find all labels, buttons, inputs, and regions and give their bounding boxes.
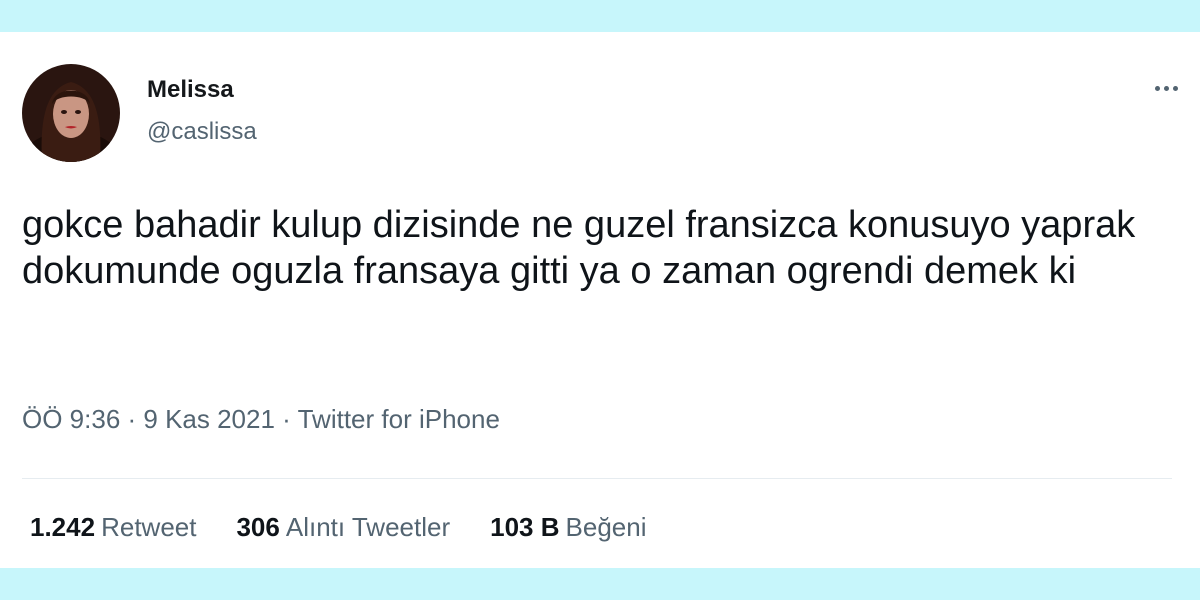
tweet-date[interactable]: 9 Kas 2021: [143, 404, 275, 434]
more-dot: [1163, 85, 1169, 91]
quotes-stat[interactable]: 306 Alıntı Tweetler: [236, 512, 450, 543]
divider: [22, 478, 1172, 479]
avatar[interactable]: [22, 64, 120, 162]
retweets-label: Retweet: [101, 512, 197, 542]
author-handle[interactable]: @caslissa: [147, 118, 257, 146]
retweets-count: 1.242: [30, 512, 96, 542]
tweet-time[interactable]: ÖÖ 9:36: [22, 404, 120, 434]
tweet-card: Melissa @caslissa gokce bahadir kulup di…: [0, 32, 1200, 568]
tweet-source[interactable]: Twitter for iPhone: [298, 404, 500, 434]
more-dot: [1154, 85, 1160, 91]
tweet-stats: 1.242 Retweet 306 Alıntı Tweetler 103 B Beğ…: [30, 512, 646, 543]
more-horizontal-icon[interactable]: [1146, 76, 1186, 100]
author-name[interactable]: Melissa: [147, 76, 234, 104]
quotes-count: 306: [236, 512, 280, 542]
likes-stat[interactable]: 103 B Beğeni: [490, 512, 646, 543]
retweets-stat[interactable]: 1.242 Retweet: [30, 512, 196, 543]
meta-separator: ·: [120, 404, 144, 434]
meta-separator: ·: [274, 404, 298, 434]
likes-label: Beğeni: [565, 512, 647, 542]
tweet-text: gokce bahadir kulup dizisinde ne guzel f…: [22, 204, 1136, 292]
likes-count: 103 B: [490, 512, 560, 542]
tweet-meta: ÖÖ 9:36 · 9 Kas 2021 · Twitter for iPhon…: [22, 404, 500, 435]
quotes-label: Alıntı Tweetler: [285, 512, 451, 542]
more-dot: [1172, 85, 1178, 91]
